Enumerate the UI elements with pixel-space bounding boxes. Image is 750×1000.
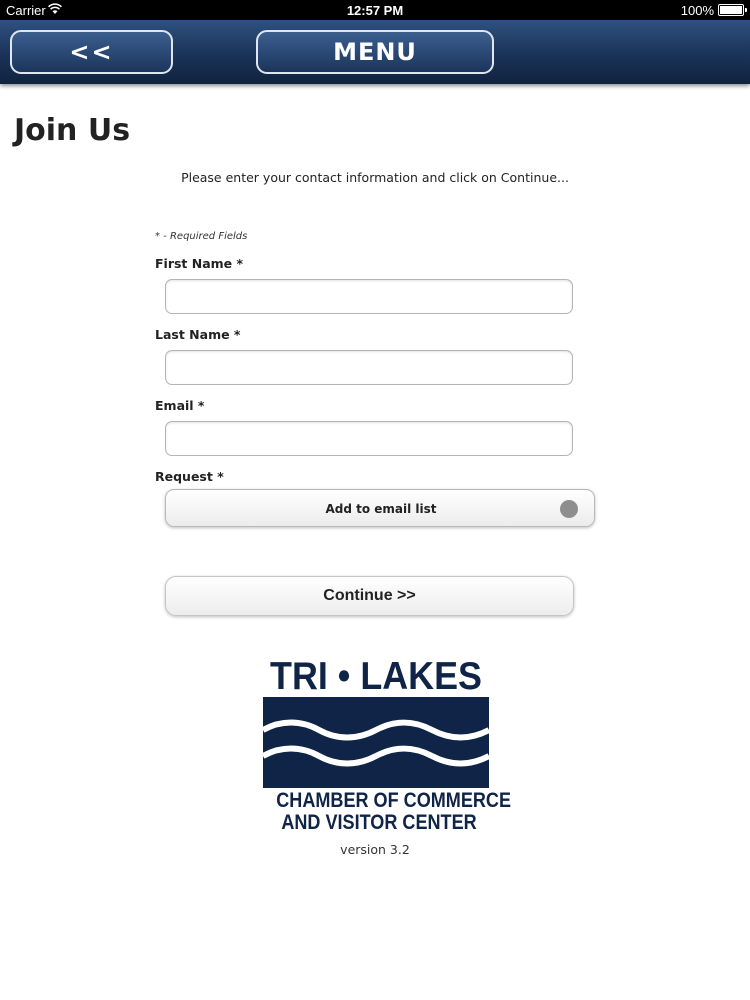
logo-line-visitor: AND VISITOR CENTER bbox=[281, 811, 477, 834]
first-name-input[interactable] bbox=[165, 279, 573, 314]
page-title: Join Us bbox=[14, 113, 131, 148]
version-label: version 3.2 bbox=[340, 842, 410, 857]
status-bar: Carrier 12:57 PM 100% bbox=[0, 0, 750, 20]
back-button[interactable]: << bbox=[10, 30, 173, 74]
last-name-input[interactable] bbox=[165, 350, 573, 385]
email-input[interactable] bbox=[165, 421, 573, 456]
request-label: Request * bbox=[155, 469, 224, 484]
logo-title: TRI • LAKES bbox=[270, 655, 482, 698]
last-name-label: Last Name * bbox=[155, 327, 241, 342]
email-label: Email * bbox=[155, 398, 205, 413]
continue-button[interactable]: Continue >> bbox=[165, 576, 574, 616]
instructions-text: Please enter your contact information an… bbox=[181, 170, 569, 185]
battery-percent: 100% bbox=[680, 3, 714, 18]
clock: 12:57 PM bbox=[346, 3, 404, 18]
request-select[interactable]: Add to email list bbox=[165, 489, 595, 527]
water-waves-icon bbox=[263, 697, 489, 788]
required-fields-note: * - Required Fields bbox=[155, 231, 248, 242]
menu-button[interactable]: MENU bbox=[256, 30, 494, 74]
request-selected-value: Add to email list bbox=[325, 502, 437, 516]
first-name-label: First Name * bbox=[155, 256, 244, 271]
radio-indicator-icon bbox=[560, 500, 578, 518]
tri-lakes-logo: TRI • LAKES CHAMBER OF COMMERCE AND VISI… bbox=[260, 655, 512, 835]
battery-icon bbox=[718, 4, 747, 16]
nav-bar: << MENU bbox=[0, 20, 750, 84]
logo-line-chamber: CHAMBER OF COMMERCE bbox=[276, 789, 512, 812]
